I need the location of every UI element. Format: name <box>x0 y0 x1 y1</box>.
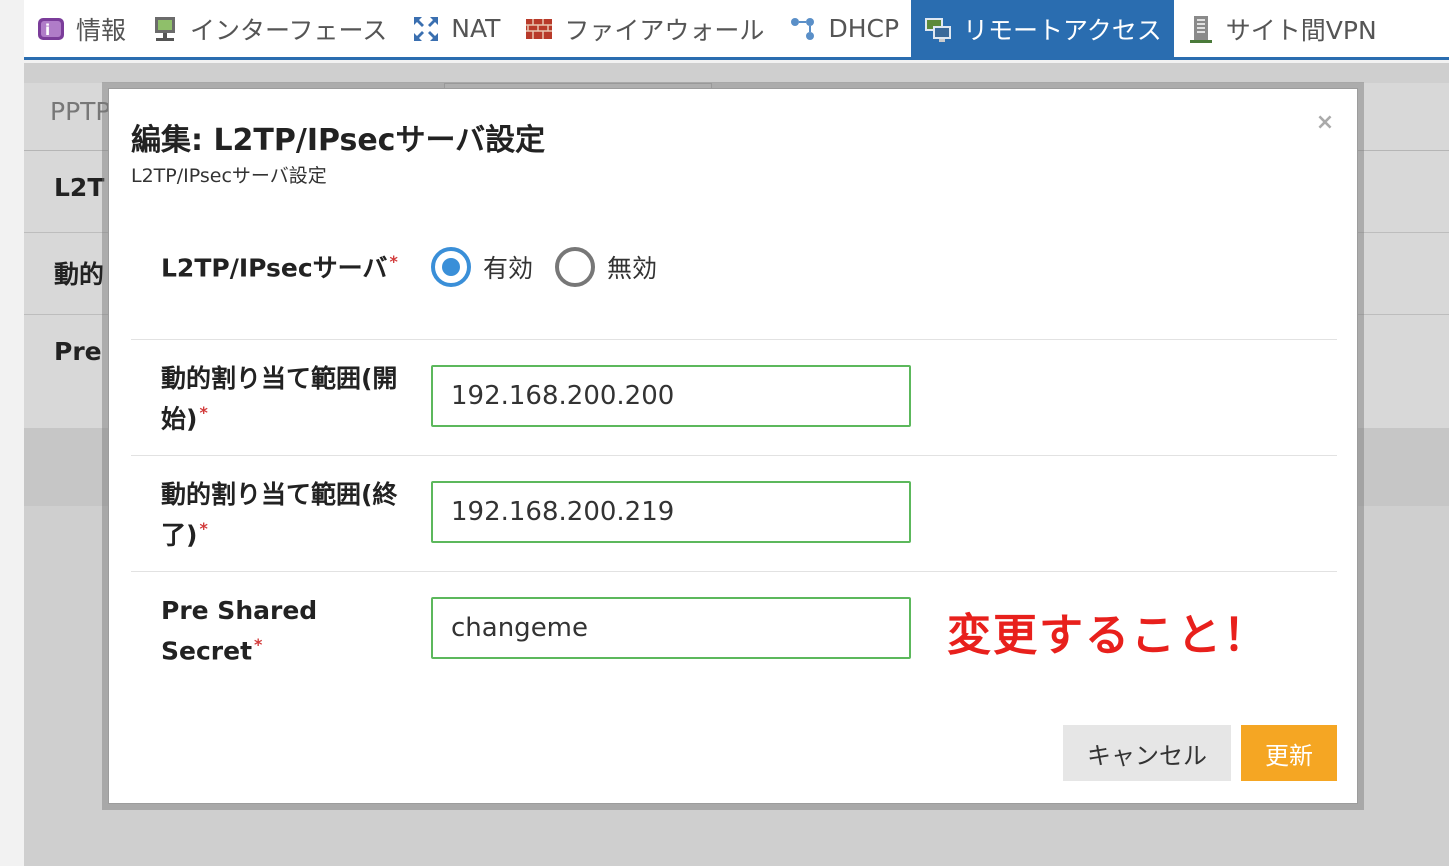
server-label: L2TP/IPsecサーバ * <box>161 245 411 285</box>
tab-interface-label: インターフェース <box>190 15 388 45</box>
svg-text:i: i <box>45 21 50 39</box>
background-row-label: 動的 <box>54 260 105 289</box>
tab-interface[interactable]: インターフェース <box>138 0 399 57</box>
main-navigation: i 情報 インターフェース NAT ファイアウォール DHCP リモートアクセス <box>24 0 1449 60</box>
tab-dhcp[interactable]: DHCP <box>776 0 911 57</box>
required-mark: * <box>389 252 398 271</box>
radio-enabled[interactable] <box>431 247 471 287</box>
info-icon: i <box>36 14 66 44</box>
required-mark: * <box>199 403 208 422</box>
modal-title: 編集: L2TP/IPsecサーバ設定 <box>131 123 546 158</box>
firewall-icon <box>524 14 554 44</box>
form-row-range-start: 動的割り当て範囲(開始) * <box>131 339 1337 455</box>
form-row-range-end: 動的割り当て範囲(終了) * <box>131 455 1337 571</box>
tab-remote-access[interactable]: リモートアクセス <box>911 0 1174 57</box>
update-button[interactable]: 更新 <box>1241 725 1337 781</box>
range-start-label: 動的割り当て範囲(開始) * <box>161 362 411 436</box>
psk-input[interactable] <box>431 597 911 659</box>
tab-nat[interactable]: NAT <box>399 0 512 57</box>
radio-disabled[interactable] <box>555 247 596 287</box>
range-end-input[interactable] <box>431 481 911 543</box>
background-row-label: L2T <box>54 173 105 202</box>
form-row-server: L2TP/IPsecサーバ * 有効 無効 <box>131 223 1337 339</box>
tab-dhcp-label: DHCP <box>828 14 900 43</box>
range-end-label-text: 動的割り当て範囲(終了) <box>161 480 398 550</box>
modal-subtitle: L2TP/IPsecサーバ設定 <box>131 165 327 187</box>
nat-arrows-icon <box>411 14 441 44</box>
required-mark: * <box>199 519 208 538</box>
tab-info-label: 情報 <box>76 15 127 45</box>
network-interface-icon <box>150 14 180 44</box>
tab-site-vpn[interactable]: サイト間VPN <box>1174 0 1389 57</box>
tab-firewall-label: ファイアウォール <box>564 15 765 45</box>
psk-label-text: Pre Shared Secret <box>161 596 318 666</box>
close-icon[interactable]: × <box>1313 111 1337 135</box>
tab-firewall[interactable]: ファイアウォール <box>512 0 776 57</box>
radio-disabled-label[interactable]: 無効 <box>607 249 657 285</box>
required-mark: * <box>254 635 263 654</box>
remote-access-monitor-icon <box>923 14 953 44</box>
psk-label: Pre Shared Secret * <box>161 594 411 668</box>
range-end-label: 動的割り当て範囲(終了) * <box>161 478 411 552</box>
cancel-button[interactable]: キャンセル <box>1063 725 1231 781</box>
site-vpn-building-icon <box>1186 14 1216 44</box>
change-me-annotation: 変更すること！ <box>947 610 1269 661</box>
tab-nat-label: NAT <box>451 14 501 43</box>
range-start-label-text: 動的割り当て範囲(開始) <box>161 364 398 434</box>
edit-l2tp-ipsec-dialog: 編集: L2TP/IPsecサーバ設定 L2TP/IPsecサーバ設定 × L2… <box>108 88 1358 804</box>
tab-site-vpn-label: サイト間VPN <box>1225 15 1377 45</box>
tab-remote-access-label: リモートアクセス <box>963 15 1162 45</box>
tab-info[interactable]: i 情報 <box>24 0 138 57</box>
radio-enabled-label[interactable]: 有効 <box>483 249 533 285</box>
dhcp-nodes-icon <box>788 14 818 44</box>
range-start-input[interactable] <box>431 365 911 427</box>
background-row-label: Pre <box>54 337 102 366</box>
server-label-text: L2TP/IPsecサーバ <box>161 253 388 283</box>
server-radio-group: 有効 無効 <box>431 247 679 287</box>
